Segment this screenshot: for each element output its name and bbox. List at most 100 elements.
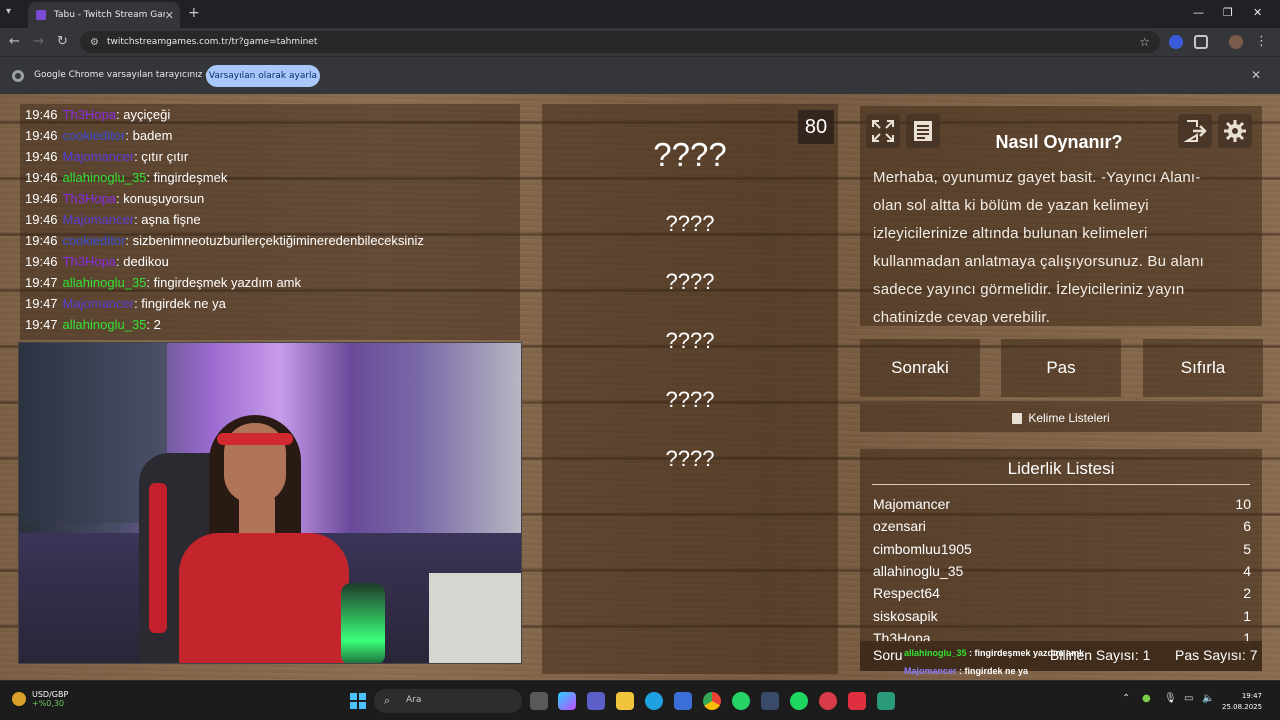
chat-timestamp: 19:46	[25, 254, 58, 269]
taskbar-search[interactable]: ⌕ Ara	[374, 689, 522, 713]
chat-timestamp: 19:46	[25, 149, 58, 164]
mic-icon[interactable]: 🎙	[1164, 693, 1177, 704]
copilot-icon[interactable]	[558, 692, 576, 710]
volume-icon[interactable]: 🔈	[1202, 693, 1214, 704]
task-view-icon[interactable]	[530, 692, 548, 710]
chat-message: 19:46 cookieditor: badem	[20, 125, 520, 146]
windows-start-icon[interactable]	[350, 693, 366, 709]
tray-chevron-icon[interactable]: ⌃	[1122, 693, 1130, 704]
chat-text: : konuşuyorsun	[116, 191, 205, 206]
chat-message: 19:46 Th3Hopa: konuşuyorsun	[20, 188, 520, 209]
app-icon[interactable]	[761, 692, 779, 710]
word-lists-button[interactable]: Kelime Listeleri	[860, 404, 1262, 432]
browser-tab[interactable]: Tabu - Twitch Stream Games ✕	[28, 2, 180, 28]
question-label: Soru	[873, 647, 903, 663]
chat-message: 19:46 Majomancer: aşna fişne	[20, 209, 520, 230]
chrome-taskbar-icon[interactable]	[703, 692, 721, 710]
player-name: allahinoglu_35	[873, 562, 964, 579]
spotify-icon[interactable]	[790, 692, 808, 710]
chat-text: : fingirdeşmek yazdım amk	[146, 275, 302, 290]
how-to-play-panel: Nasıl Oynanır? Merhaba, oyunumuz gayet b…	[860, 106, 1262, 326]
word-lists-label: Kelime Listeleri	[1028, 411, 1110, 425]
file-explorer-icon[interactable]	[616, 692, 634, 710]
menu-kebab-icon[interactable]: ⋮	[1255, 34, 1268, 49]
chat-username: Th3Hopa	[62, 191, 117, 206]
chat-timestamp: 19:46	[25, 107, 58, 122]
chat-text: : 2	[146, 317, 161, 332]
address-bar[interactable]: ⚙ twitchstreamgames.com.tr/tr?game=tahmi…	[80, 31, 1160, 53]
chat-timestamp: 19:46	[25, 212, 58, 227]
player-score: 1	[1243, 607, 1251, 624]
clock-date: 25.08.2025	[1222, 703, 1263, 711]
chat-timestamp: 19:46	[25, 170, 58, 185]
chat-timestamp: 19:46	[25, 191, 58, 206]
back-icon[interactable]: ←	[9, 34, 20, 49]
chat-text: : fingirdek ne ya	[134, 296, 226, 311]
word-card: 80 ???? ???? ???? ???? ???? ????	[542, 104, 838, 674]
clipboard-icon	[1012, 412, 1023, 424]
app-icon-green[interactable]	[877, 692, 895, 710]
window-close-icon[interactable]: ✕	[1253, 6, 1262, 19]
next-button[interactable]: Sonraki	[860, 339, 980, 397]
infobar-close-icon[interactable]: ✕	[1251, 68, 1261, 82]
leaderboard-row: Majomancer 10	[873, 496, 1251, 518]
set-default-button[interactable]: Varsayılan olarak ayarla	[206, 65, 320, 87]
tray-app-icon[interactable]: ●	[1142, 693, 1151, 704]
chat-username: allahinoglu_35	[62, 317, 147, 332]
windows-taskbar: USD/GBP +%0,30 ⌕ Ara ⌃ ● 🎙 ▭ 🔈 19:47 25.…	[0, 680, 1280, 720]
how-to-play-text: Merhaba, oyunumuz gayet basit. -Yayıncı …	[873, 169, 1205, 326]
teams-icon[interactable]	[587, 692, 605, 710]
reload-icon[interactable]: ↻	[57, 34, 68, 49]
settings-gear-icon[interactable]	[1218, 114, 1252, 148]
edge-icon[interactable]	[645, 692, 663, 710]
tab-bar: ▾ Tabu - Twitch Stream Games ✕ + — ❐ ✕	[0, 0, 1280, 28]
pass-button[interactable]: Pas	[1001, 339, 1121, 397]
browser-toolbar: ← → ↻ ⚙ twitchstreamgames.com.tr/tr?game…	[0, 28, 1280, 56]
chat-text: : sizbenimneotuzburilerçektiğimineredenb…	[125, 233, 424, 248]
stock-widget[interactable]: USD/GBP +%0,30	[12, 690, 68, 708]
new-tab-icon[interactable]: +	[188, 5, 200, 21]
bookmark-star-icon[interactable]: ☆	[1139, 35, 1150, 49]
player-score: 2	[1243, 585, 1251, 602]
reset-button[interactable]: Sıfırla	[1143, 339, 1263, 397]
leaderboard-row: allahinoglu_35 4	[873, 563, 1251, 585]
chat-username: allahinoglu_35	[62, 275, 147, 290]
tab-search-icon[interactable]: ▾	[6, 6, 11, 17]
pass-count: Pas Sayısı: 7	[1175, 647, 1258, 663]
maximize-icon[interactable]: ❐	[1223, 6, 1233, 19]
chat-text: : badem	[125, 128, 173, 143]
close-tab-icon[interactable]: ✕	[165, 9, 174, 22]
forbidden-word: ????	[665, 328, 715, 353]
chat-username: allahinoglu_35	[62, 170, 147, 185]
extensions-puzzle-icon[interactable]	[1194, 35, 1208, 49]
clock-time: 19:47	[1241, 692, 1262, 700]
store-icon[interactable]	[674, 692, 692, 710]
system-clock[interactable]: 19:47 25.08.2025	[1222, 691, 1262, 713]
chat-text: : aşna fişne	[134, 212, 201, 227]
forbidden-word: ????	[665, 387, 715, 412]
player-score: 5	[1243, 540, 1251, 557]
minimize-icon[interactable]: —	[1193, 6, 1204, 19]
leaderboard-title: Liderlik Listesi	[1007, 459, 1115, 478]
tab-title: Tabu - Twitch Stream Games	[54, 10, 165, 20]
site-info-icon[interactable]: ⚙	[90, 37, 99, 48]
exit-icon[interactable]	[1178, 114, 1212, 148]
leaderboard-row: cimbomluu1905 5	[873, 541, 1251, 563]
profile-avatar[interactable]	[1229, 35, 1243, 49]
whatsapp-icon[interactable]	[732, 692, 750, 710]
network-icon[interactable]: ▭	[1184, 693, 1193, 704]
overlay-username: allahinoglu_35	[904, 648, 967, 658]
stream-chat: 19:46 Th3Hopa: ayçiçeği 19:46 cookieditor: …	[20, 104, 520, 340]
chat-timestamp: 19:46	[25, 233, 58, 248]
search-icon: ⌕	[384, 694, 391, 707]
chat-message: 19:46 allahinoglu_35: fingirdeşmek	[20, 167, 520, 188]
forward-icon[interactable]: →	[33, 34, 44, 49]
opera-icon[interactable]	[819, 692, 837, 710]
extension-icon[interactable]	[1169, 35, 1183, 49]
default-browser-infobar: Google Chrome varsayılan tarayıcınız değ…	[0, 56, 1280, 94]
player-name: siskosapik	[873, 607, 938, 624]
chat-text: : fingirdeşmek	[146, 170, 228, 185]
app-icon-red[interactable]	[848, 692, 866, 710]
webcam-feed	[18, 342, 522, 664]
chat-username: Majomancer	[62, 212, 135, 227]
